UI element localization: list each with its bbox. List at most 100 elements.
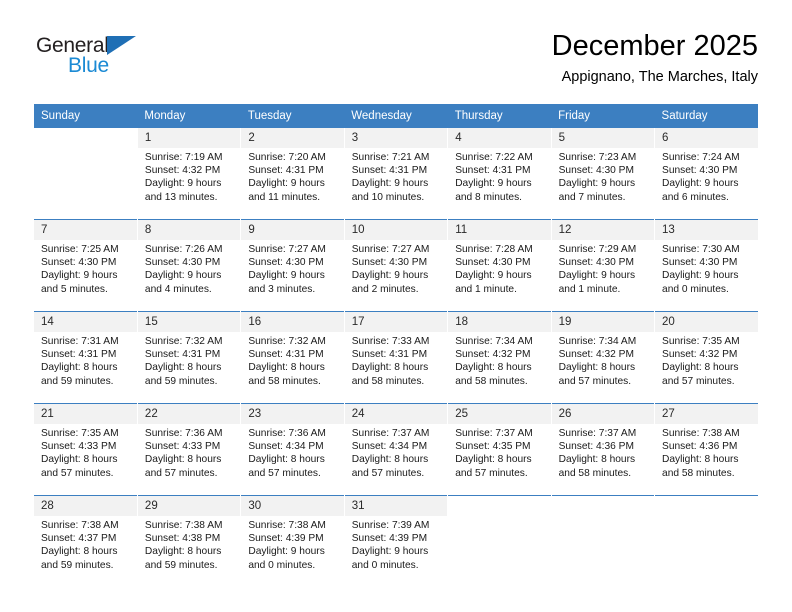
calendar-day-cell[interactable]: 24 Sunrise: 7:37 AM Sunset: 4:34 PM Dayligh… (343, 403, 448, 496)
calendar-day-cell[interactable]: 10 Sunrise: 7:27 AM Sunset: 4:30 PM Dayligh… (343, 219, 448, 312)
day-detail-line: and 11 minutes. (248, 191, 321, 203)
day-details: Sunrise: 7:39 AM Sunset: 4:39 PM Daylight:… (344, 516, 448, 587)
day-detail-line: Daylight: 8 hours (455, 362, 532, 374)
calendar-empty-cell (550, 495, 655, 587)
calendar-day-cell[interactable]: 20 Sunrise: 7:35 AM Sunset: 4:32 PM Dayligh… (654, 311, 758, 404)
day-detail-line: Daylight: 8 hours (558, 362, 636, 374)
day-details: Sunrise: 7:23 AM Sunset: 4:30 PM Daylight:… (551, 148, 655, 219)
calendar-day-cell[interactable]: 7 Sunrise: 7:25 AM Sunset: 4:30 PM Daylight… (34, 219, 138, 312)
day-detail-line: and 57 minutes. (144, 467, 218, 479)
calendar-day-cell[interactable]: 2 Sunrise: 7:20 AM Sunset: 4:31 PM Daylight… (240, 127, 345, 220)
day-detail-line: Daylight: 8 hours (248, 362, 325, 374)
day-detail-line: and 57 minutes. (662, 375, 735, 387)
day-detail-line: Daylight: 9 hours (144, 270, 222, 282)
calendar-day-cell[interactable]: 11 Sunrise: 7:28 AM Sunset: 4:30 PM Dayligh… (447, 219, 552, 312)
day-detail-line: Daylight: 8 hours (662, 362, 739, 374)
day-detail-line: Daylight: 9 hours (558, 178, 636, 190)
day-detail-line: and 57 minutes. (455, 467, 528, 479)
day-detail-line: and 1 minute. (558, 283, 621, 295)
day-number: 6 (655, 128, 758, 148)
day-detail-line: Sunrise: 7:38 AM (41, 520, 119, 531)
calendar-day-cell[interactable]: 21 Sunrise: 7:35 AM Sunset: 4:33 PM Dayligh… (34, 403, 138, 496)
calendar-day-cell[interactable]: 23 Sunrise: 7:36 AM Sunset: 4:34 PM Dayligh… (240, 403, 345, 496)
day-details: Sunrise: 7:35 AM Sunset: 4:33 PM Daylight:… (34, 424, 137, 495)
day-number: 31 (344, 496, 448, 516)
weekday-header-friday: Friday (551, 104, 655, 128)
calendar-day-cell[interactable]: 18 Sunrise: 7:34 AM Sunset: 4:32 PM Dayligh… (447, 311, 552, 404)
calendar-day-cell[interactable]: 17 Sunrise: 7:33 AM Sunset: 4:31 PM Dayligh… (343, 311, 448, 404)
calendar-day-cell[interactable]: 26 Sunrise: 7:37 AM Sunset: 4:36 PM Dayligh… (550, 403, 655, 496)
day-detail-line: Daylight: 8 hours (144, 546, 222, 558)
day-details: Sunrise: 7:33 AM Sunset: 4:31 PM Daylight:… (344, 332, 448, 403)
day-details: Sunrise: 7:38 AM Sunset: 4:38 PM Daylight:… (137, 516, 241, 587)
calendar-day-cell[interactable]: 16 Sunrise: 7:32 AM Sunset: 4:31 PM Dayligh… (240, 311, 345, 404)
calendar-day-cell[interactable]: 9 Sunrise: 7:27 AM Sunset: 4:30 PM Daylight… (240, 219, 345, 312)
day-detail-line: Daylight: 9 hours (41, 270, 118, 282)
day-detail-line: and 5 minutes. (41, 283, 108, 295)
day-detail-line: Sunset: 4:36 PM (558, 441, 634, 453)
day-number (551, 496, 655, 516)
calendar-day-cell[interactable]: 22 Sunrise: 7:36 AM Sunset: 4:33 PM Dayligh… (136, 403, 241, 496)
calendar-day-cell[interactable]: 13 Sunrise: 7:30 AM Sunset: 4:30 PM Dayligh… (654, 219, 758, 312)
calendar-day-cell[interactable]: 31 Sunrise: 7:39 AM Sunset: 4:39 PM Dayligh… (343, 495, 448, 587)
calendar-day-cell[interactable]: 8 Sunrise: 7:26 AM Sunset: 4:30 PM Daylight… (136, 219, 241, 312)
calendar-day-cell[interactable]: 12 Sunrise: 7:29 AM Sunset: 4:30 PM Dayligh… (550, 219, 655, 312)
calendar-day-cell[interactable]: 25 Sunrise: 7:37 AM Sunset: 4:35 PM Dayligh… (447, 403, 552, 496)
day-detail-line: and 58 minutes. (351, 375, 425, 387)
calendar-day-cell[interactable]: 29 Sunrise: 7:38 AM Sunset: 4:38 PM Dayligh… (136, 495, 241, 587)
calendar-day-cell[interactable]: 4 Sunrise: 7:22 AM Sunset: 4:31 PM Daylight… (447, 127, 552, 220)
calendar-day-cell[interactable]: 5 Sunrise: 7:23 AM Sunset: 4:30 PM Daylight… (550, 127, 655, 220)
day-detail-line: Daylight: 9 hours (144, 178, 222, 190)
day-detail-line: Sunrise: 7:36 AM (144, 428, 223, 439)
day-number: 26 (551, 404, 655, 424)
day-detail-line: Sunrise: 7:28 AM (455, 244, 533, 255)
day-detail-line: Sunset: 4:31 PM (351, 349, 428, 361)
day-details: Sunrise: 7:38 AM Sunset: 4:37 PM Daylight:… (34, 516, 137, 587)
day-number (448, 496, 551, 516)
calendar-day-cell[interactable]: 19 Sunrise: 7:34 AM Sunset: 4:32 PM Dayligh… (550, 311, 655, 404)
day-detail-line: Sunset: 4:30 PM (558, 257, 634, 269)
day-details (551, 516, 655, 587)
day-number: 8 (137, 220, 241, 240)
calendar-day-cell[interactable]: 28 Sunrise: 7:38 AM Sunset: 4:37 PM Dayligh… (34, 495, 138, 587)
day-detail-line: and 0 minutes. (662, 283, 729, 295)
calendar-day-cell[interactable]: 14 Sunrise: 7:31 AM Sunset: 4:31 PM Dayligh… (34, 311, 138, 404)
day-number: 23 (241, 404, 344, 424)
day-detail-line: Sunrise: 7:27 AM (351, 244, 430, 255)
calendar-day-cell[interactable]: 6 Sunrise: 7:24 AM Sunset: 4:30 PM Daylight… (654, 127, 758, 220)
day-number: 22 (137, 404, 241, 424)
day-detail-line: Daylight: 8 hours (144, 362, 222, 374)
day-number: 21 (34, 404, 137, 424)
day-detail-line: Sunset: 4:39 PM (351, 533, 428, 545)
day-detail-line: Sunset: 4:30 PM (662, 165, 738, 177)
day-detail-line: and 59 minutes. (144, 559, 218, 571)
calendar-day-cell[interactable]: 15 Sunrise: 7:32 AM Sunset: 4:31 PM Dayligh… (136, 311, 241, 404)
day-details: Sunrise: 7:37 AM Sunset: 4:35 PM Daylight:… (448, 424, 551, 495)
calendar-day-cell[interactable]: 27 Sunrise: 7:38 AM Sunset: 4:36 PM Dayligh… (654, 403, 758, 496)
day-details: Sunrise: 7:26 AM Sunset: 4:30 PM Daylight:… (137, 240, 241, 311)
day-detail-line: and 13 minutes. (144, 191, 218, 203)
calendar-body: 1 Sunrise: 7:19 AM Sunset: 4:32 PM Daylight… (34, 127, 758, 587)
calendar-day-cell[interactable]: 3 Sunrise: 7:21 AM Sunset: 4:31 PM Daylight… (343, 127, 448, 220)
day-number: 4 (448, 128, 551, 148)
general-blue-logo[interactable]: General Blue (34, 34, 234, 90)
weekday-header-saturday: Saturday (654, 104, 758, 128)
day-detail-line: and 58 minutes. (558, 467, 632, 479)
day-detail-line: Sunrise: 7:19 AM (144, 152, 223, 163)
day-detail-line: and 59 minutes. (41, 375, 114, 387)
calendar-day-cell[interactable]: 30 Sunrise: 7:38 AM Sunset: 4:39 PM Dayligh… (240, 495, 345, 587)
day-detail-line: Daylight: 9 hours (662, 178, 739, 190)
day-detail-line: and 6 minutes. (662, 191, 729, 203)
day-detail-line: and 0 minutes. (248, 559, 316, 571)
day-detail-line: Sunset: 4:30 PM (41, 257, 117, 269)
day-detail-line: Sunset: 4:30 PM (455, 257, 531, 269)
day-detail-line: Sunrise: 7:29 AM (558, 244, 637, 255)
day-details: Sunrise: 7:27 AM Sunset: 4:30 PM Daylight:… (344, 240, 448, 311)
calendar-day-cell[interactable]: 1 Sunrise: 7:19 AM Sunset: 4:32 PM Daylight… (136, 127, 241, 220)
day-number: 27 (655, 404, 758, 424)
day-detail-line: Daylight: 8 hours (455, 454, 532, 466)
day-detail-line: Sunrise: 7:23 AM (558, 152, 637, 163)
day-detail-line: Sunset: 4:31 PM (41, 349, 117, 361)
day-detail-line: Sunset: 4:30 PM (248, 257, 324, 269)
day-number (34, 128, 137, 148)
